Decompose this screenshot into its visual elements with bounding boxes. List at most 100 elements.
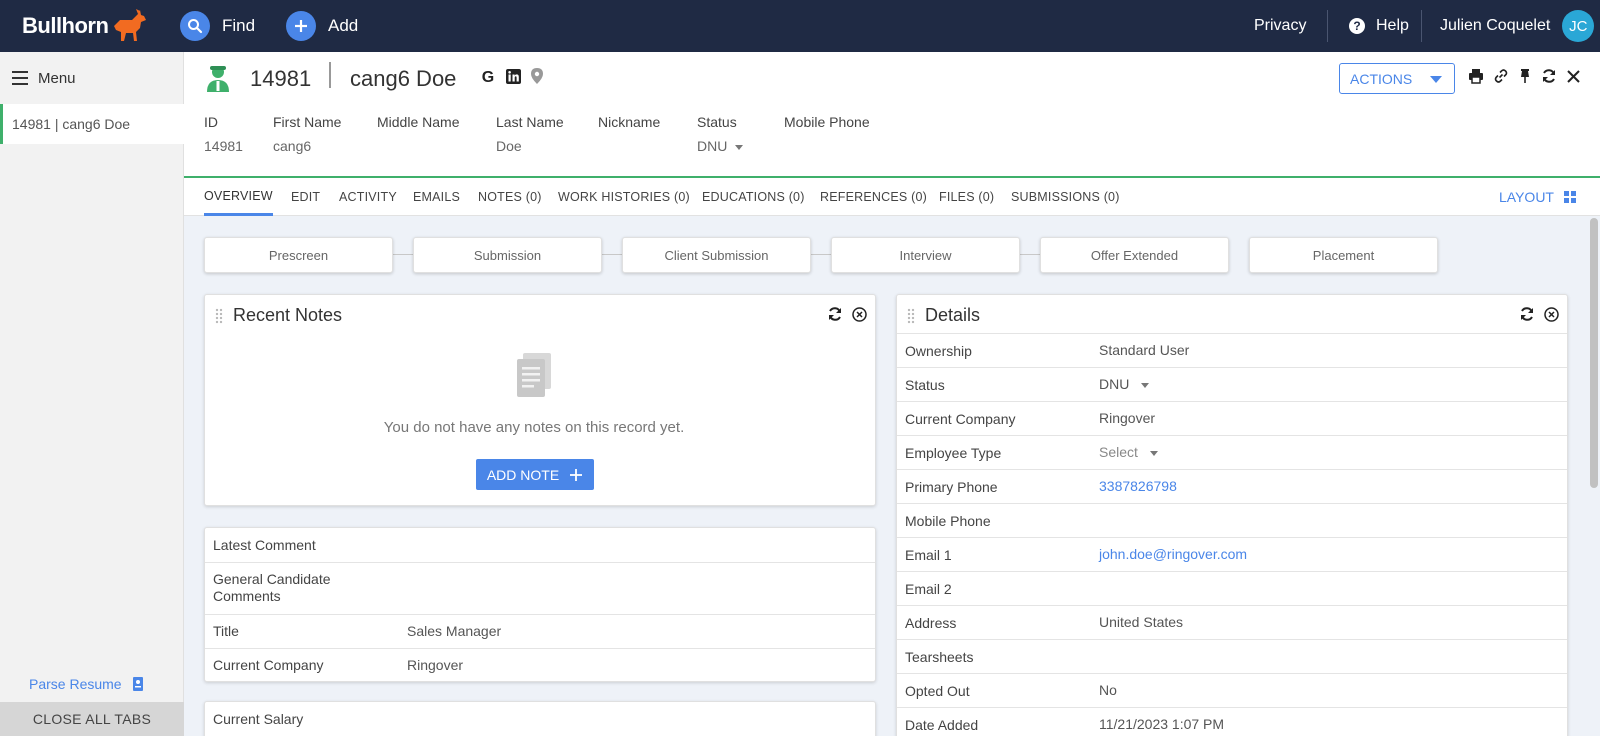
tab-edit[interactable]: EDIT <box>291 178 320 216</box>
field-label: Middle Name <box>377 114 460 130</box>
row-current-salary: Current Salary <box>205 702 875 736</box>
field-middle-name: Middle Name <box>377 114 459 138</box>
employee-type-select[interactable]: Select <box>1099 444 1158 460</box>
row-value: 11/21/2023 1:07 PM <box>1099 716 1225 732</box>
candidate-icon <box>207 66 229 92</box>
tab-emails[interactable]: EMAILS <box>413 178 460 216</box>
scrollbar[interactable] <box>1590 218 1598 488</box>
privacy-link[interactable]: Privacy <box>1254 0 1306 52</box>
close-circle-icon[interactable] <box>1544 306 1559 322</box>
linkedin-icon[interactable] <box>506 68 521 84</box>
pipeline-stage-prescreen[interactable]: Prescreen <box>204 237 393 273</box>
row-value: Ringover <box>1099 410 1156 426</box>
pipeline-stage-placement[interactable]: Placement <box>1249 237 1438 273</box>
detail-row-opted-out: Opted Out No <box>897 673 1567 707</box>
record-name: cang6 Doe <box>350 66 457 91</box>
link-icon[interactable] <box>1493 68 1509 84</box>
row-label: Status <box>905 377 945 393</box>
row-label: Date Added <box>905 717 979 733</box>
row-label: Opted Out <box>905 683 970 699</box>
row-label: Tearsheets <box>905 649 974 665</box>
divider <box>329 62 331 88</box>
primary-phone-link[interactable]: 3387826798 <box>1099 478 1177 494</box>
detail-row-address: Address United States <box>897 605 1567 639</box>
parse-resume-link[interactable]: Parse Resume <box>29 676 144 692</box>
status-select[interactable]: DNU <box>1099 376 1150 392</box>
field-nickname: Nickname <box>598 114 660 138</box>
add-button[interactable]: Add <box>286 11 358 41</box>
pipeline-stage-submission[interactable]: Submission <box>413 237 602 273</box>
card-title: Details <box>925 305 981 325</box>
detail-row-email-2: Email 2 <box>897 571 1567 605</box>
overview-content: Prescreen Submission Client Submission I… <box>184 216 1600 736</box>
bullhorn-logo[interactable]: Bullhorn <box>22 8 148 44</box>
layout-button[interactable]: LAYOUT <box>1499 178 1576 216</box>
field-id: ID 14981 <box>204 114 243 154</box>
map-pin-icon[interactable] <box>531 68 543 84</box>
close-all-tabs-button[interactable]: CLOSE ALL TABS <box>0 702 184 736</box>
row-label: Primary Phone <box>905 479 998 495</box>
grid-icon <box>1563 191 1576 203</box>
row-value: DNU <box>1099 376 1130 392</box>
field-label: Status <box>697 114 737 130</box>
close-circle-icon[interactable] <box>852 306 867 322</box>
tab-files[interactable]: FILES (0) <box>939 178 994 216</box>
detail-row-mobile-phone: Mobile Phone <box>897 503 1567 537</box>
google-icon[interactable]: G <box>480 68 496 84</box>
open-record-tab[interactable]: 14981 | cang6 Doe <box>0 104 184 144</box>
record-header: 14981 cang6 Doe G ACTIONS ID 14981 First… <box>184 52 1600 178</box>
pipeline-stage-interview[interactable]: Interview <box>831 237 1020 273</box>
actions-dropdown[interactable]: ACTIONS <box>1339 63 1455 94</box>
tab-references[interactable]: REFERENCES (0) <box>820 178 927 216</box>
drag-handle[interactable] <box>215 308 223 324</box>
tab-activity[interactable]: ACTIVITY <box>339 178 397 216</box>
status-select[interactable]: DNU <box>697 138 744 154</box>
pipeline-stage-offer-extended[interactable]: Offer Extended <box>1040 237 1229 273</box>
row-label: Latest Comment <box>213 537 316 553</box>
menu-button[interactable]: Menu <box>0 52 184 104</box>
card-tools <box>827 306 867 322</box>
field-label: First Name <box>273 114 342 130</box>
field-last-name: Last Name Doe <box>496 114 564 154</box>
refresh-icon[interactable] <box>1541 68 1557 84</box>
pipeline-stage-client-submission[interactable]: Client Submission <box>622 237 811 273</box>
row-value: Sales Manager <box>407 623 502 639</box>
close-icon[interactable] <box>1566 69 1581 84</box>
hamburger-icon <box>12 71 28 85</box>
row-label: Current Company <box>905 411 1016 427</box>
user-menu[interactable]: Julien Coquelet JC <box>1440 0 1595 52</box>
help-label: Help <box>1376 17 1409 34</box>
pin-icon[interactable] <box>1518 68 1532 84</box>
field-mobile-phone: Mobile Phone <box>784 114 870 138</box>
drag-handle[interactable] <box>907 308 915 324</box>
tab-submissions[interactable]: SUBMISSIONS (0) <box>1011 178 1120 216</box>
row-title: Title Sales Manager <box>205 614 875 648</box>
detail-row-ownership: Ownership Standard User <box>897 333 1567 367</box>
help-link[interactable]: ? Help <box>1348 0 1409 52</box>
plus-icon <box>286 11 316 41</box>
summary-card: Latest Comment General Candidate Comment… <box>204 527 876 682</box>
avatar: JC <box>1562 10 1595 42</box>
find-button[interactable]: Find <box>180 11 255 41</box>
header-tools <box>1468 68 1581 84</box>
tab-work-histories[interactable]: WORK HISTORIES (0) <box>558 178 690 216</box>
row-label: Employee Type <box>905 445 1002 461</box>
field-label: Mobile Phone <box>784 114 870 130</box>
refresh-icon[interactable] <box>827 306 843 322</box>
row-label: Email 2 <box>905 581 952 597</box>
row-value: Standard User <box>1099 342 1190 358</box>
add-label: Add <box>328 16 359 35</box>
bull-icon <box>114 9 147 41</box>
print-icon[interactable] <box>1468 68 1484 84</box>
refresh-icon[interactable] <box>1519 306 1535 322</box>
record-id: 14981 <box>250 66 312 91</box>
chevron-down-icon <box>1149 450 1158 456</box>
tab-educations[interactable]: EDUCATIONS (0) <box>702 178 805 216</box>
svg-text:?: ? <box>1353 19 1360 33</box>
card-title: Recent Notes <box>233 305 343 325</box>
email-link[interactable]: john.doe@ringover.com <box>1099 546 1247 562</box>
tab-notes[interactable]: NOTES (0) <box>478 178 542 216</box>
tab-overview[interactable]: OVERVIEW <box>204 178 273 216</box>
add-note-button[interactable]: ADD NOTE <box>476 459 594 490</box>
detail-row-status: Status DNU <box>897 367 1567 401</box>
